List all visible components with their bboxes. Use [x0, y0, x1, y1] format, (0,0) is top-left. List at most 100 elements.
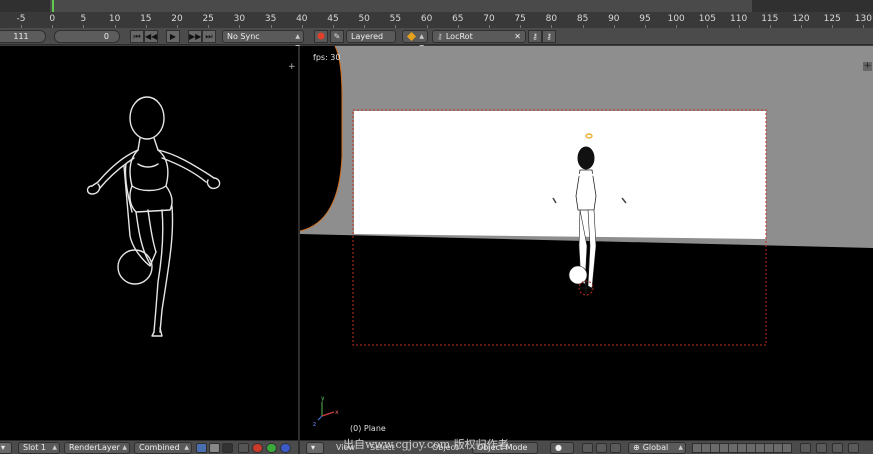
frame-tick-label: 50	[358, 14, 370, 24]
z-buffer-icon[interactable]	[222, 443, 233, 453]
properties-toggle-icon[interactable]: +	[863, 62, 872, 71]
end-frame-field[interactable]: 111	[0, 30, 46, 43]
snap-icon[interactable]	[832, 443, 843, 453]
frame-tick-label: 125	[823, 14, 841, 24]
current-frame-field[interactable]: 0	[54, 30, 120, 43]
end-frame-value: 111	[13, 32, 29, 41]
svg-text:x: x	[335, 409, 339, 416]
frame-tick-label: 25	[202, 14, 214, 24]
play-button[interactable]: ▶	[166, 30, 180, 43]
current-frame-value: 0	[103, 32, 109, 41]
record-icon	[317, 32, 325, 40]
out-of-range-right	[752, 0, 873, 12]
character-sketch	[86, 96, 221, 337]
render-layer-select[interactable]: RenderLayer ▲▼	[64, 442, 130, 454]
pivot-icon[interactable]	[582, 443, 593, 453]
frame-tick-label: 5	[80, 14, 87, 24]
translate-icon[interactable]	[610, 443, 621, 453]
keying-set-field[interactable]: ⚷ LocRot ✕	[432, 30, 526, 43]
sketch-canvas	[86, 96, 221, 337]
frame-tick-label: 80	[545, 14, 558, 24]
frame-tick-label: 115	[761, 14, 779, 24]
image-editor-header: ▾ Slot 1 ▲▼ RenderLayer ▲▼ Combined ▲▼	[0, 440, 298, 454]
frame-tick-label: 120	[792, 14, 810, 24]
timeline-scrub-area[interactable]	[0, 0, 873, 12]
manipulator-icon[interactable]	[596, 443, 607, 453]
sync-mode-select[interactable]: No Sync ▲▼	[222, 30, 304, 51]
axis-gizmo: y x z	[313, 395, 339, 428]
clear-icon[interactable]: ✕	[514, 31, 521, 42]
lit-backdrop	[354, 111, 766, 239]
select-arrows-icon: ▲▼	[184, 444, 189, 451]
rewind-icon: ◀◀	[145, 32, 158, 41]
watermark-text: 出自www.cgjoy.com 版权归作者	[343, 438, 509, 451]
alpha-checker-icon[interactable]	[209, 443, 220, 453]
frame-tick-label: 70	[483, 14, 495, 24]
frame-tick-label: 60	[420, 14, 433, 24]
record-button[interactable]	[314, 30, 328, 43]
slot-select[interactable]: Slot 1 ▲▼	[18, 442, 60, 454]
slot-value: Slot 1	[23, 443, 46, 452]
shading-select[interactable]: ●	[550, 442, 574, 454]
frame-tick-label: 75	[514, 14, 526, 24]
keying-mode-value: Layered	[351, 32, 384, 41]
timeline-header: 111 0 ⏮ ◀◀ ▶ ▶▶ ⏭ No Sync ▲▼ ✎ Layered ▲…	[0, 28, 873, 51]
area-split-icon[interactable]: +	[288, 62, 296, 72]
frame-tick-label: 40	[296, 14, 308, 24]
frame-tick-label: 110	[730, 14, 748, 24]
render-preview-icon[interactable]	[848, 443, 859, 453]
frame-tick-label: 15	[140, 14, 152, 24]
key-delete-icon: ⚷	[546, 32, 552, 41]
delete-keyframe-button[interactable]: ⚷	[542, 30, 556, 43]
keying-mode-select[interactable]: Layered	[346, 30, 396, 43]
pass-select[interactable]: Combined ▲▼	[134, 442, 192, 454]
frame-tick-label: 35	[264, 14, 277, 24]
keyframe-icon	[407, 32, 416, 41]
keying-set-value: LocRot	[445, 32, 473, 41]
layer-buttons[interactable]	[692, 443, 792, 453]
green-channel-icon[interactable]	[266, 443, 277, 453]
key-insert-icon: ⚷	[532, 32, 538, 41]
fast-forward-icon: ▶▶	[189, 32, 202, 41]
svg-text:z: z	[313, 421, 316, 428]
proportional-edit-icon[interactable]	[816, 443, 827, 453]
playhead-marker[interactable]	[52, 0, 54, 12]
editor-type-select[interactable]: ▾	[306, 442, 324, 454]
svg-text:y: y	[321, 395, 325, 402]
blue-channel-icon[interactable]	[280, 443, 291, 453]
insert-keyframe-button[interactable]: ⚷	[528, 30, 542, 43]
key-settings-icon: ✎	[333, 32, 341, 41]
editor-type-icon: ▾	[1, 443, 6, 452]
frame-tick-label: 130	[854, 14, 872, 24]
play-icon: ▶	[169, 32, 177, 41]
frame-tick-label: 65	[452, 14, 464, 24]
lock-layers-icon[interactable]	[800, 443, 811, 453]
editor-type-select[interactable]: ▾	[0, 442, 12, 454]
jump-last-button[interactable]: ⏭	[202, 30, 216, 43]
editor-type-icon: ▾	[311, 443, 316, 452]
display-channels-icon[interactable]	[196, 443, 207, 453]
prev-keyframe-button[interactable]: ◀◀	[144, 30, 158, 43]
skip-back-icon: ⏮	[133, 32, 141, 41]
timeline-ruler[interactable]: -5 0 5 10 15 20 25 30 35 40 45 50 55 60 65 70 75 80 85 90 95…	[0, 0, 873, 28]
image-editor-viewport[interactable]: +	[0, 46, 298, 440]
render-layer-value: RenderLayer	[69, 443, 120, 452]
frame-tick-label: 55	[389, 14, 402, 24]
sync-mode-value: No Sync	[227, 32, 260, 41]
3d-viewport[interactable]: y x z fps: 30 (0) Plane + +	[300, 46, 873, 440]
frame-tick-label: 85	[576, 14, 589, 24]
jump-first-button[interactable]: ⏮	[130, 30, 144, 43]
shading-icon: ●	[555, 443, 562, 452]
viewport-canvas: y x z	[300, 46, 873, 428]
skip-forward-icon: ⏭	[205, 32, 213, 41]
frame-ticks: -5 0 5 10 15 20 25 30 35 40 45 50 55 60 65 70 75 80 85 90 95…	[0, 12, 873, 28]
keyframe-type-select[interactable]: ▲▼	[402, 30, 428, 51]
keying-options-button[interactable]: ✎	[330, 30, 344, 43]
red-channel-icon[interactable]	[252, 443, 263, 453]
view-channel-icon[interactable]	[238, 443, 249, 453]
orientation-select[interactable]: ⊕Global ▲▼	[628, 442, 686, 454]
frame-tick-label: 45	[327, 14, 339, 24]
orientation-icon: ⊕	[633, 443, 640, 452]
orientation-value: Global	[642, 443, 669, 452]
next-keyframe-button[interactable]: ▶▶	[188, 30, 202, 43]
